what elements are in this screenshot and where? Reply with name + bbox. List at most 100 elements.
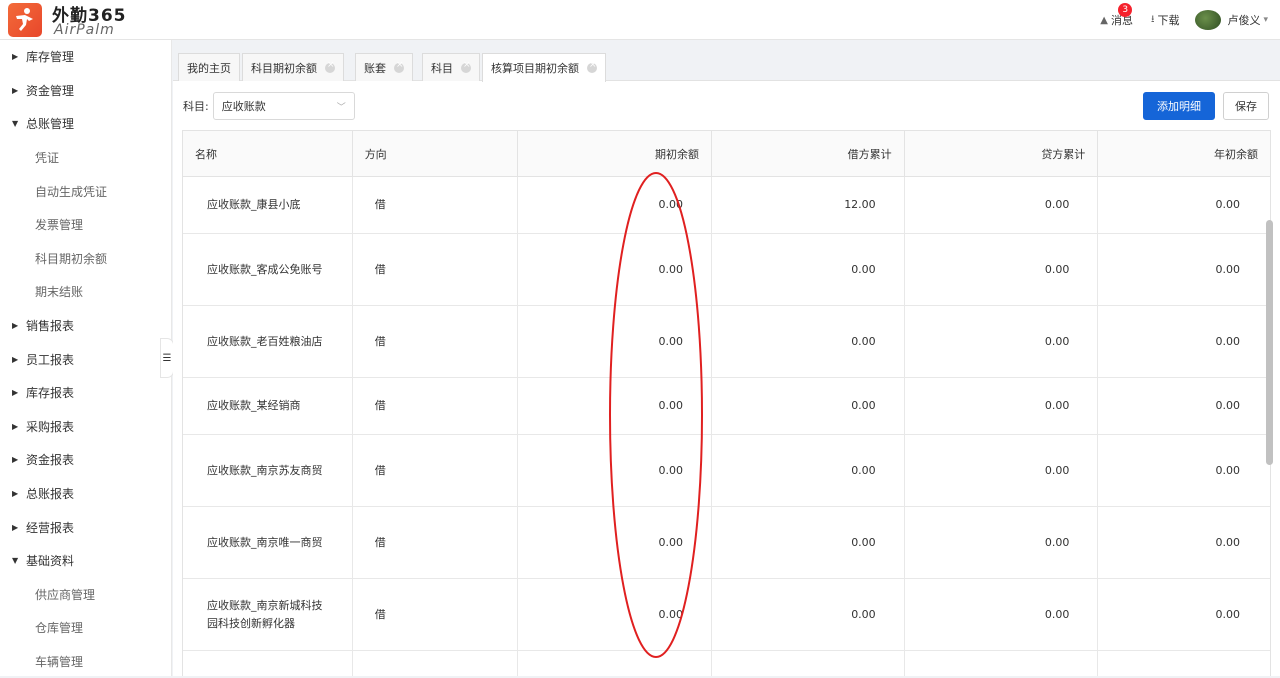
sidebar-item-2[interactable]: ▼ 总账管理 — [0, 107, 171, 141]
tab-2[interactable]: 账套 — [355, 53, 413, 81]
sidebar-item-6[interactable]: 科目期初余额 — [0, 242, 171, 276]
cell-opening-balance[interactable]: 0.00 — [518, 507, 713, 578]
cell-opening-balance[interactable] — [518, 651, 713, 676]
cell-year-start-balance[interactable]: 0.00 — [1098, 579, 1270, 650]
cell-opening-balance[interactable]: 0.00 — [518, 378, 713, 434]
table-row[interactable]: 应收账款_南京苏友商贸 借 0.00 0.00 0.00 0.00 — [183, 435, 1270, 507]
cell-name-text: 应收账款_老百姓粮油店 — [207, 334, 323, 348]
tab-label: 核算项目期初余额 — [491, 62, 579, 75]
caret-right-icon: ▶ — [12, 489, 19, 499]
cell-debit-total[interactable]: 0.00 — [712, 435, 905, 506]
cell-opening-balance-text: 0.00 — [658, 334, 684, 348]
cell-credit-total-text: 0.00 — [1044, 463, 1070, 477]
close-icon[interactable] — [325, 60, 335, 73]
sidebar-item-10[interactable]: ▶ 库存报表 — [0, 376, 171, 410]
cell-year-start-balance[interactable]: 0.00 — [1098, 435, 1270, 506]
cell-opening-balance[interactable]: 0.00 — [518, 579, 713, 650]
cell-year-start-balance[interactable]: 0.00 — [1098, 306, 1270, 377]
cell-credit-total[interactable]: 0.00 — [905, 378, 1099, 434]
tab-0[interactable]: 我的主页 — [178, 53, 240, 81]
subject-filter-label: 科目: — [183, 100, 209, 113]
sidebar-item-7[interactable]: 期末结账 — [0, 275, 171, 309]
cell-opening-balance-text: 0.00 — [658, 399, 684, 412]
cell-debit-total[interactable]: 0.00 — [712, 234, 905, 305]
cell-credit-total[interactable]: 0.00 — [905, 435, 1099, 506]
table-row[interactable]: 应收账款_老百姓粮油店 借 0.00 0.00 0.00 0.00 — [183, 306, 1270, 378]
cell-credit-total[interactable]: 0.00 — [905, 234, 1099, 305]
column-header-opening-balance[interactable]: 期初余额 — [518, 131, 713, 177]
cell-year-start-balance[interactable]: 0.00 — [1098, 177, 1270, 233]
add-detail-button[interactable]: 添加明细 — [1143, 92, 1215, 120]
tab-3[interactable]: 科目 — [422, 53, 480, 81]
close-icon[interactable] — [461, 60, 471, 73]
cell-direction-text: 借 — [374, 334, 386, 348]
sidebar-item-label: 仓库管理 — [35, 621, 84, 636]
cell-opening-balance[interactable]: 0.00 — [518, 177, 713, 233]
table-row[interactable] — [183, 651, 1270, 676]
column-header-direction[interactable]: 方向 — [353, 131, 519, 177]
table-row[interactable]: 应收账款_某经销商 借 0.00 0.00 0.00 0.00 — [183, 378, 1270, 435]
cell-year-start-balance[interactable]: 0.00 — [1098, 507, 1270, 578]
table-scrollbar[interactable] — [1266, 220, 1273, 465]
cell-opening-balance[interactable]: 0.00 — [518, 435, 713, 506]
sidebar-item-8[interactable]: ▶ 销售报表 — [0, 309, 171, 343]
cell-credit-total-text: 0.00 — [1044, 198, 1070, 211]
cell-year-start-balance[interactable] — [1098, 651, 1270, 676]
sidebar-item-1[interactable]: ▶ 资金管理 — [0, 74, 171, 108]
cell-credit-total[interactable]: 0.00 — [905, 579, 1099, 650]
column-header-debit-total[interactable]: 借方累计 — [712, 131, 905, 177]
cell-debit-total[interactable]: 0.00 — [712, 378, 905, 434]
cell-name-text: 应收账款_南京苏友商贸 — [207, 463, 323, 477]
sidebar-item-11[interactable]: ▶ 采购报表 — [0, 410, 171, 444]
cell-debit-total[interactable]: 12.00 — [712, 177, 905, 233]
sidebar-item-0[interactable]: ▶ 库存管理 — [0, 40, 171, 74]
cell-direction-text: 借 — [374, 198, 386, 211]
cell-debit-total[interactable]: 0.00 — [712, 507, 905, 578]
app-logo[interactable]: 外勤365 AirPalm — [8, 3, 138, 38]
tab-4[interactable]: 核算项目期初余额 — [482, 53, 606, 82]
table-row[interactable]: 应收账款_南京唯一商贸 借 0.00 0.00 0.00 0.00 — [183, 507, 1270, 579]
cell-credit-total[interactable] — [905, 651, 1099, 676]
column-header-credit-total[interactable]: 贷方累计 — [905, 131, 1099, 177]
column-header-year-start-balance[interactable]: 年初余额 — [1098, 131, 1270, 177]
save-button[interactable]: 保存 — [1223, 92, 1269, 120]
cell-opening-balance[interactable]: 0.00 — [518, 234, 713, 305]
cell-direction: 借 — [353, 378, 519, 434]
sidebar-item-18[interactable]: 车辆管理 — [0, 645, 171, 678]
cell-opening-balance[interactable]: 0.00 — [518, 306, 713, 377]
column-header-name[interactable]: 名称 — [183, 131, 353, 177]
sidebar-item-14[interactable]: ▶ 经营报表 — [0, 510, 171, 544]
close-icon[interactable] — [587, 60, 597, 73]
sidebar-collapse-handle[interactable]: ☰ — [160, 338, 174, 378]
sidebar-item-17[interactable]: 仓库管理 — [0, 611, 171, 645]
table-row[interactable]: 应收账款_康县小底 借 0.00 12.00 0.00 0.00 — [183, 177, 1270, 234]
cell-debit-total[interactable]: 0.00 — [712, 579, 905, 650]
cell-year-start-balance[interactable]: 0.00 — [1098, 234, 1270, 305]
sidebar-item-12[interactable]: ▶ 资金报表 — [0, 443, 171, 477]
messages-button[interactable]: ▲ 消息 3 — [1100, 3, 1133, 28]
cell-direction: 借 — [353, 306, 519, 377]
subject-select[interactable]: 应收账款 ﹀ — [212, 92, 355, 120]
table-row[interactable]: 应收账款_南京新城科技园科技创新孵化器 借 0.00 0.00 0.00 0.00 — [183, 579, 1270, 651]
cell-debit-total[interactable] — [712, 651, 905, 676]
cell-debit-total[interactable]: 0.00 — [712, 306, 905, 377]
cell-direction-text: 借 — [374, 262, 386, 276]
sidebar-item-15[interactable]: ▼ 基础资料 — [0, 544, 171, 578]
cell-year-start-balance-text: 0.00 — [1215, 262, 1241, 276]
table-row[interactable]: 应收账款_客成公免账号 借 0.00 0.00 0.00 0.00 — [183, 234, 1270, 306]
sidebar-item-13[interactable]: ▶ 总账报表 — [0, 477, 171, 511]
download-button[interactable]: ⭳ 下载 — [1151, 12, 1180, 29]
sidebar-item-3[interactable]: 凭证 — [0, 141, 171, 175]
sidebar-item-16[interactable]: 供应商管理 — [0, 578, 171, 612]
cell-credit-total[interactable]: 0.00 — [905, 306, 1099, 377]
sidebar-item-9[interactable]: ▶ 员工报表 — [0, 342, 171, 376]
tab-1[interactable]: 科目期初余额 — [242, 53, 344, 81]
sidebar-item-label: 采购报表 — [26, 419, 75, 434]
user-menu[interactable]: 卢俊义 ▾ — [1195, 10, 1268, 30]
sidebar-item-5[interactable]: 发票管理 — [0, 208, 171, 242]
cell-year-start-balance[interactable]: 0.00 — [1098, 378, 1270, 434]
cell-credit-total[interactable]: 0.00 — [905, 507, 1099, 578]
sidebar-item-4[interactable]: 自动生成凭证 — [0, 174, 171, 208]
cell-credit-total[interactable]: 0.00 — [905, 177, 1099, 233]
close-icon[interactable] — [394, 60, 404, 73]
